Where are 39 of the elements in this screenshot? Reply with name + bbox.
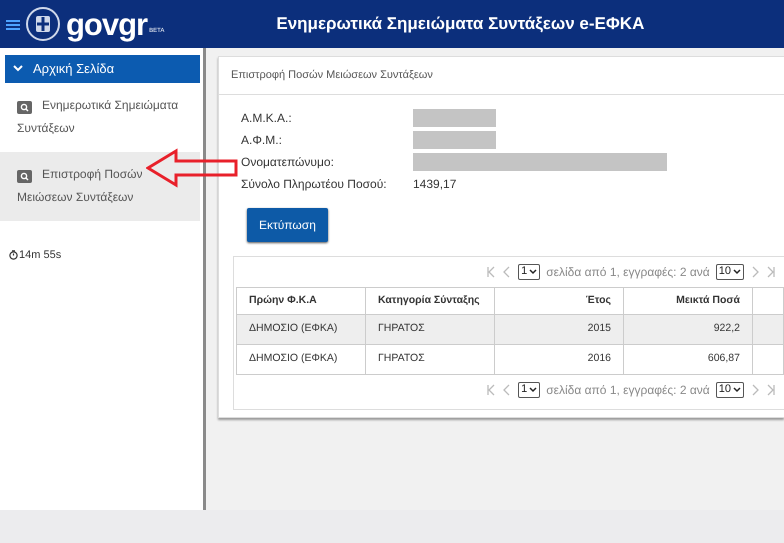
table-cell: ΓΗΡΑΤΟΣ (366, 344, 494, 374)
table-cell: ΔΗΜΟΣΙΟ (ΕΦΚΑ) (236, 314, 366, 344)
column-header: Μεικτά Ποσά (624, 287, 752, 314)
logo: govgr (66, 8, 148, 40)
caret-icon (733, 268, 741, 274)
field-label: Α.Μ.Κ.Α.: (241, 110, 293, 126)
session-timer: 14m 55s (9, 246, 62, 264)
home-menu-heading[interactable]: Αρχική Σελίδα (5, 55, 200, 82)
field-label: Α.Φ.Μ.: (241, 132, 283, 148)
pager-info: σελίδα από 1, εγγραφές: 2 ανά (546, 382, 710, 398)
print-button[interactable]: Εκτύπωση (247, 208, 328, 242)
arrow-icon (146, 148, 238, 188)
table-cell: 922,2 (624, 314, 752, 344)
column-header: Κατηγορία Σύνταξης (366, 287, 494, 314)
column-header: Έτος (494, 287, 624, 314)
chevron-icon (13, 65, 23, 72)
field-label: Ονοματεπώνυμο: (241, 154, 335, 170)
page-size-select[interactable]: 10 (716, 382, 744, 398)
field-label: Σύνολο Πληρωτέου Ποσού: (241, 176, 388, 192)
table-cell: 2015 (494, 314, 624, 344)
column-header: Πρώην Φ.Κ.Α (236, 287, 366, 314)
caret-icon (529, 268, 538, 274)
caret-icon (529, 386, 538, 392)
sidebar-item[interactable]: Ενημερωτικά Σημειώματα Συντάξεων (0, 82, 200, 152)
table-cell: 606,87 (624, 344, 752, 374)
sidebar-item[interactable]: Επιστροφή Ποσών Μειώσεων Συντάξεων (0, 152, 200, 221)
emblem-icon (26, 7, 60, 41)
page-title: Ενημερωτικά Σημειώματα Συντάξεων e-ΕΦΚΑ (276, 13, 644, 36)
page-select[interactable]: 1 (518, 382, 540, 398)
table-cell: 2016 (494, 344, 624, 374)
caret-icon (733, 386, 741, 392)
stopwatch-icon (9, 250, 18, 260)
table-cell: ΓΗΡΑΤΟΣ (366, 314, 494, 344)
panel-title: Επιστροφή Ποσών Μειώσεων Συντάξεων (219, 57, 784, 94)
field-value: 1439,17 (413, 176, 456, 192)
page-size-select[interactable]: 10 (716, 264, 744, 280)
table-cell: ΔΗΜΟΣΙΟ (ΕΦΚΑ) (236, 344, 366, 374)
page-select[interactable]: 1 (518, 264, 540, 280)
pager-info: σελίδα από 1, εγγραφές: 2 ανά (546, 264, 710, 280)
